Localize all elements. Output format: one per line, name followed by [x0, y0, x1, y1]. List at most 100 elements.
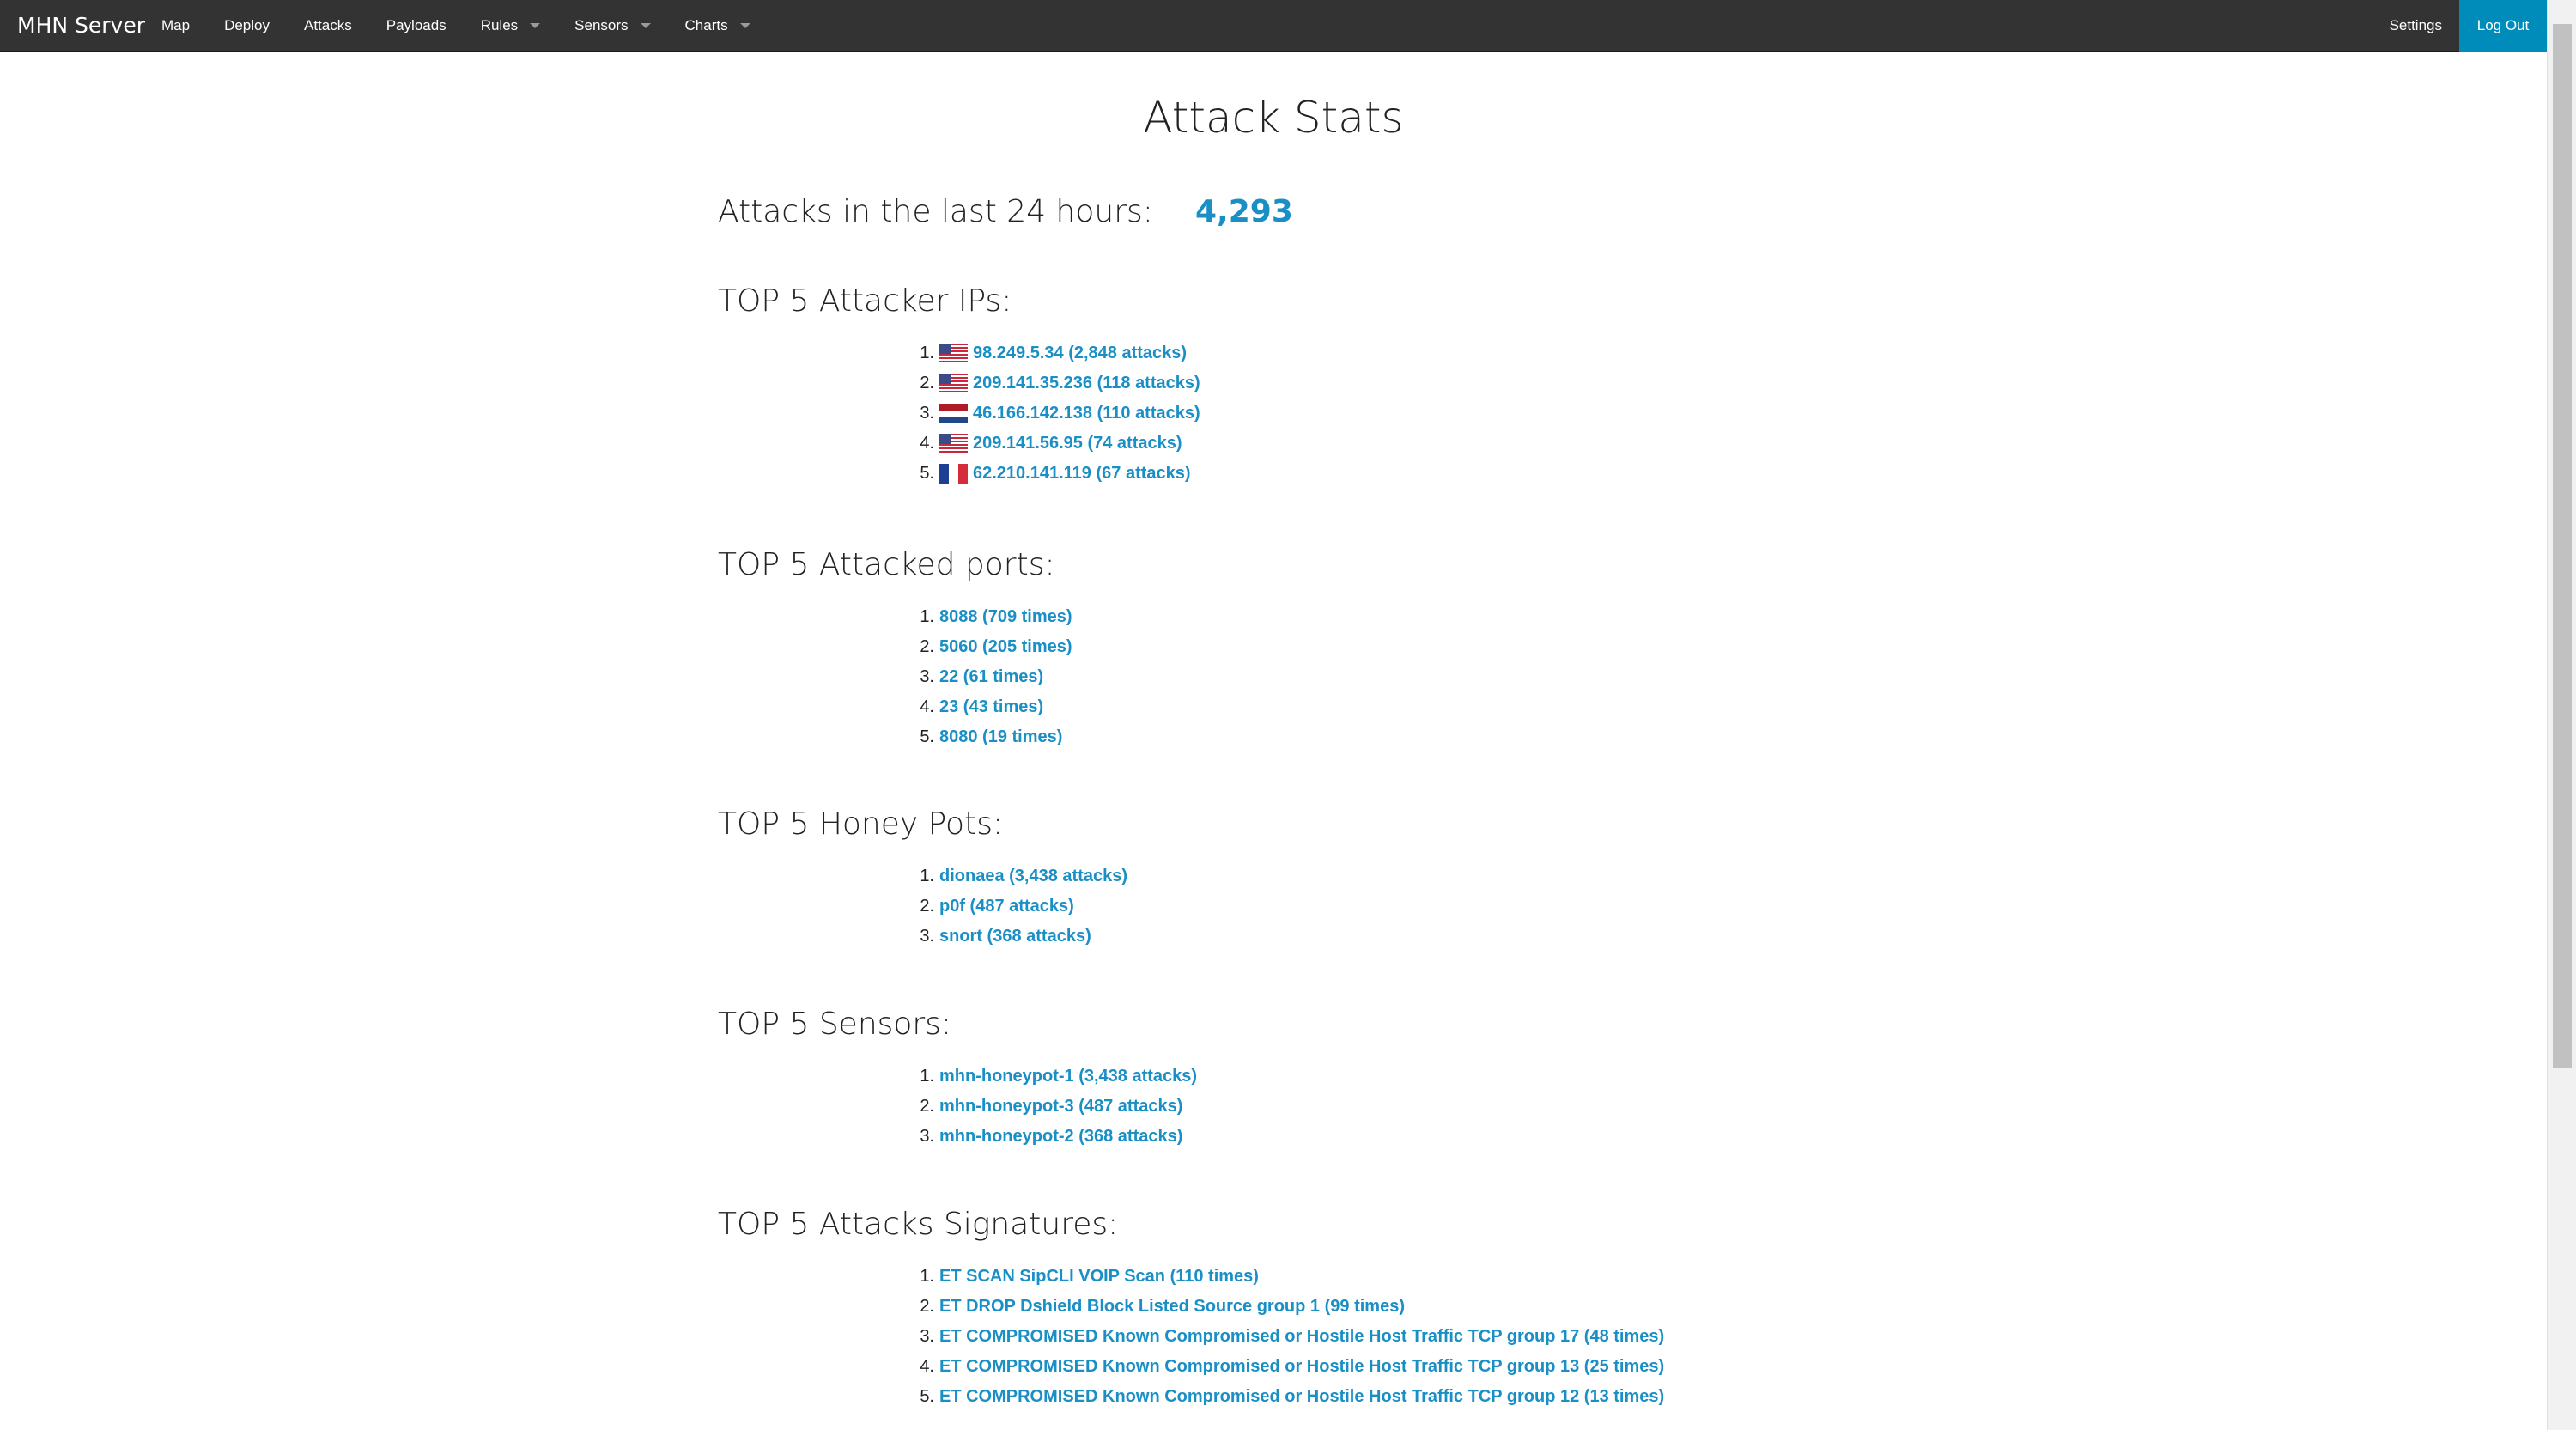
list-item-number: 3.	[920, 1327, 934, 1346]
list-item: 1. 98.249.5.34 (2,848 attacks)	[913, 338, 1200, 368]
sensor-link[interactable]: mhn-honeypot-1 (3,438 attacks)	[939, 1067, 1197, 1086]
list-item-number: 1.	[920, 867, 934, 885]
list-item: 5. 62.210.141.119 (67 attacks)	[913, 459, 1200, 489]
top-navbar: MHN Server Map Deploy Attacks Payloads R…	[0, 0, 2547, 52]
list-item: 4. 209.141.56.95 (74 attacks)	[913, 429, 1200, 459]
list-item: 2. ET DROP Dshield Block Listed Source gr…	[913, 1292, 1664, 1322]
us-flag-icon	[939, 374, 968, 393]
list-item-number: 4.	[920, 697, 934, 716]
honey-pots-list: 1. dionaea (3,438 attacks) 2. p0f (487 att…	[913, 861, 1127, 952]
attack-signatures-list: 1. ET SCAN SipCLI VOIP Scan (110 times) 2…	[913, 1262, 1664, 1412]
list-item: 5. 8080 (19 times)	[913, 722, 1072, 752]
list-item-number: 4.	[920, 434, 934, 453]
attacker-ips-list: 1. 98.249.5.34 (2,848 attacks) 2. 209.14…	[913, 338, 1200, 489]
signature-link[interactable]: ET COMPROMISED Known Compromised or Host…	[939, 1357, 1664, 1377]
nav-rules-dropdown[interactable]: Rules	[464, 0, 557, 52]
list-item: 3. 22 (61 times)	[913, 662, 1072, 692]
honeypot-link[interactable]: snort (368 attacks)	[939, 927, 1091, 946]
list-item-number: 3.	[920, 927, 934, 946]
list-item: 3. snort (368 attacks)	[913, 922, 1127, 952]
sensor-link[interactable]: mhn-honeypot-2 (368 attacks)	[939, 1127, 1182, 1147]
list-item-number: 3.	[920, 1127, 934, 1146]
nav-right: Settings Log Out	[2372, 0, 2547, 52]
attacks-24h-count: 4,293	[1195, 194, 1293, 229]
list-item: 1. dionaea (3,438 attacks)	[913, 861, 1127, 891]
port-link[interactable]: 8088 (709 times)	[939, 607, 1072, 627]
list-item-number: 5.	[920, 1387, 934, 1406]
signature-link[interactable]: ET DROP Dshield Block Listed Source grou…	[939, 1297, 1405, 1317]
section-heading-attack-signatures: TOP 5 Attacks Signatures:	[718, 1207, 1119, 1242]
attacker-ip-link[interactable]: 46.166.142.138 (110 attacks)	[973, 404, 1200, 423]
nav-charts-label: Charts	[684, 17, 728, 33]
nav-sensors-dropdown[interactable]: Sensors	[557, 0, 667, 52]
list-item-number: 2.	[920, 374, 934, 392]
list-item-number: 4.	[920, 1357, 934, 1376]
list-item: 2. 5060 (205 times)	[913, 632, 1072, 662]
nav-charts-dropdown[interactable]: Charts	[668, 0, 768, 52]
nav-payloads[interactable]: Payloads	[369, 0, 464, 52]
nav-map[interactable]: Map	[144, 0, 207, 52]
nav-attacks[interactable]: Attacks	[287, 0, 369, 52]
honeypot-link[interactable]: p0f (487 attacks)	[939, 897, 1074, 916]
page-scrollbar[interactable]	[2547, 0, 2576, 1430]
list-item: 1. 8088 (709 times)	[913, 602, 1072, 632]
port-link[interactable]: 8080 (19 times)	[939, 727, 1062, 747]
nav-deploy[interactable]: Deploy	[207, 0, 287, 52]
chevron-down-icon	[530, 23, 541, 28]
list-item: 4. 23 (43 times)	[913, 692, 1072, 722]
attacks-24h-label: Attacks in the last 24 hours:	[718, 194, 1153, 229]
signature-link[interactable]: ET COMPROMISED Known Compromised or Host…	[939, 1387, 1664, 1407]
list-item-number: 3.	[920, 667, 934, 686]
honeypot-link[interactable]: dionaea (3,438 attacks)	[939, 867, 1127, 886]
attacker-ip-link[interactable]: 209.141.35.236 (118 attacks)	[973, 374, 1200, 393]
list-item: 3. ET COMPROMISED Known Compromised or Ho…	[913, 1322, 1664, 1352]
main-nav: Map Deploy Attacks Payloads Rules Sensor…	[144, 0, 768, 52]
list-item-number: 2.	[920, 1297, 934, 1316]
list-item-number: 1.	[920, 344, 934, 362]
nav-map-label: Map	[161, 17, 191, 33]
list-item-number: 2.	[920, 1097, 934, 1116]
list-item: 2. p0f (487 attacks)	[913, 891, 1127, 922]
list-item: 1. mhn-honeypot-1 (3,438 attacks)	[913, 1062, 1197, 1092]
chevron-down-icon	[739, 23, 750, 28]
nav-sensors-label: Sensors	[574, 17, 629, 33]
nav-payloads-label: Payloads	[386, 17, 447, 33]
signature-link[interactable]: ET COMPROMISED Known Compromised or Host…	[939, 1327, 1664, 1347]
attacker-ip-link[interactable]: 98.249.5.34 (2,848 attacks)	[973, 344, 1187, 363]
list-item: 2. mhn-honeypot-3 (487 attacks)	[913, 1092, 1197, 1122]
attacked-ports-list: 1. 8088 (709 times) 2. 5060 (205 times) 3.…	[913, 602, 1072, 752]
list-item: 5. ET COMPROMISED Known Compromised or Ho…	[913, 1382, 1664, 1412]
us-flag-icon	[939, 344, 968, 363]
list-item: 3. mhn-honeypot-2 (368 attacks)	[913, 1122, 1197, 1152]
nav-rules-label: Rules	[480, 17, 519, 33]
sensor-link[interactable]: mhn-honeypot-3 (487 attacks)	[939, 1097, 1182, 1117]
list-item-number: 2.	[920, 897, 934, 916]
section-heading-sensors: TOP 5 Sensors:	[718, 1007, 952, 1042]
scrollbar-thumb[interactable]	[2553, 24, 2572, 1068]
list-item-number: 1.	[920, 1267, 934, 1286]
port-link[interactable]: 23 (43 times)	[939, 697, 1043, 717]
page-title: Attack Stats	[1143, 93, 1404, 143]
logout-button[interactable]: Log Out	[2459, 0, 2547, 52]
section-heading-attacker-ips: TOP 5 Attacker IPs:	[718, 283, 1012, 319]
nav-deploy-label: Deploy	[224, 17, 270, 33]
list-item: 1. ET SCAN SipCLI VOIP Scan (110 times)	[913, 1262, 1664, 1292]
attacker-ip-link[interactable]: 209.141.56.95 (74 attacks)	[973, 434, 1182, 453]
nav-attacks-label: Attacks	[304, 17, 352, 33]
list-item: 2. 209.141.35.236 (118 attacks)	[913, 368, 1200, 399]
attacker-ip-link[interactable]: 62.210.141.119 (67 attacks)	[973, 464, 1191, 484]
brand-link[interactable]: MHN Server	[17, 0, 145, 52]
list-item: 4. ET COMPROMISED Known Compromised or Ho…	[913, 1352, 1664, 1382]
list-item-number: 1.	[920, 1067, 934, 1086]
list-item-number: 2.	[920, 637, 934, 656]
us-flag-icon	[939, 434, 968, 453]
signature-link[interactable]: ET SCAN SipCLI VOIP Scan (110 times)	[939, 1267, 1259, 1287]
section-heading-attacked-ports: TOP 5 Attacked ports:	[718, 547, 1055, 582]
nl-flag-icon	[939, 404, 968, 423]
port-link[interactable]: 22 (61 times)	[939, 667, 1043, 687]
port-link[interactable]: 5060 (205 times)	[939, 637, 1072, 657]
section-heading-honey-pots: TOP 5 Honey Pots:	[718, 806, 1004, 842]
settings-link[interactable]: Settings	[2372, 0, 2459, 52]
sensors-list: 1. mhn-honeypot-1 (3,438 attacks) 2. mhn-h…	[913, 1062, 1197, 1152]
chevron-down-icon	[640, 23, 651, 28]
